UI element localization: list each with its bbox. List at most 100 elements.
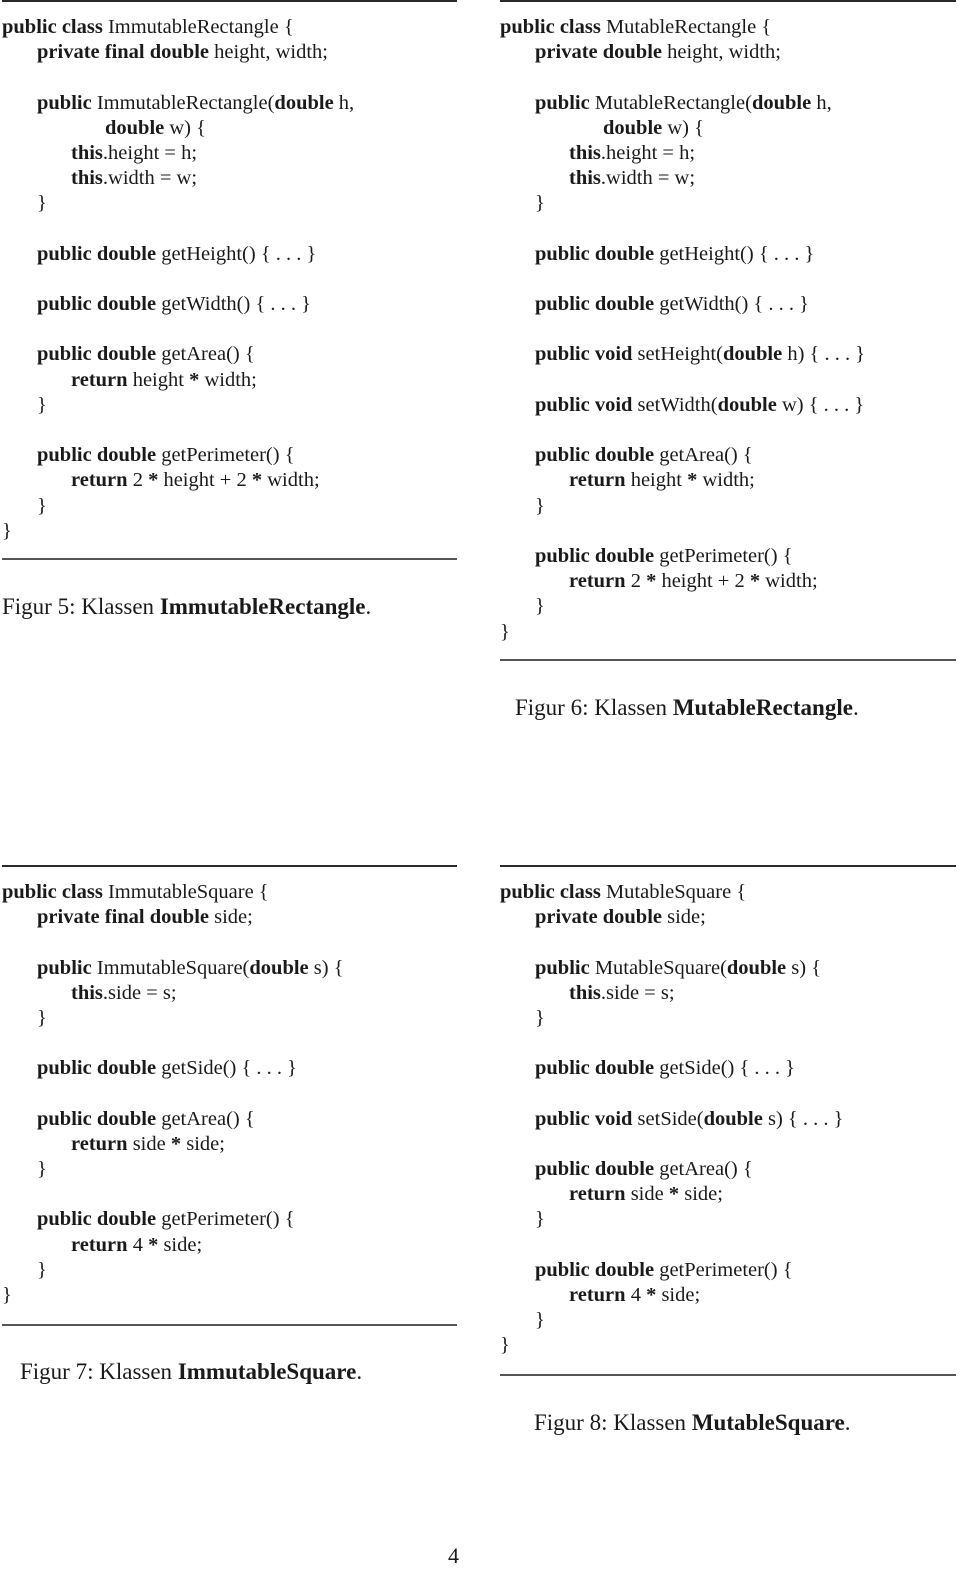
code-text: h, (333, 91, 355, 114)
code-line: } (2, 1258, 344, 1283)
code-text: } (535, 1208, 545, 1231)
code-text: MutableSquare { (600, 881, 747, 903)
code-text: side; (158, 1233, 203, 1256)
code-line: } (500, 1207, 843, 1232)
code-keyword: private double (535, 41, 662, 64)
code-line: return 2 * height + 2 * width; (500, 569, 865, 594)
code-line: } (2, 1283, 344, 1308)
code-keyword: public class (500, 881, 601, 903)
code-text: getPerimeter() { (156, 444, 295, 467)
figure-bottom-rule (500, 1374, 956, 1376)
code-line: } (2, 393, 354, 418)
code-line: public void setHeight(double h) { . . . … (500, 342, 865, 367)
code-text: side (127, 1132, 171, 1155)
figure-mutable-rectangle: public class MutableRectangle {private d… (500, 0, 956, 740)
code-line: return side * side; (500, 1182, 843, 1207)
code-line: public double getArea() { (500, 443, 865, 468)
code-text: MutableRectangle { (600, 16, 772, 38)
code-keyword: public double (37, 242, 157, 265)
code-line: } (2, 191, 354, 216)
code-line: double w) { (2, 116, 354, 141)
code-text: } (2, 519, 12, 542)
code-keyword: this (71, 141, 103, 164)
code-text: w) { (164, 116, 206, 139)
code-text: s) { (786, 956, 822, 979)
code-text: s) { . . . } (762, 1107, 844, 1130)
code-text: } (37, 1258, 47, 1281)
code-line: public ImmutableRectangle(double h, (2, 91, 354, 116)
code-text: getHeight() { . . . } (654, 242, 815, 265)
figure-mutable-square: public class MutableSquare {private doub… (500, 865, 956, 1445)
code-text: getArea() { (156, 1107, 255, 1130)
code-text: width; (760, 570, 818, 593)
code-listing: public class MutableSquare {private doub… (500, 880, 843, 1359)
code-text: w) { . . . } (776, 393, 865, 416)
code-line: public MutableRectangle(double h, (500, 91, 865, 116)
code-line: this.side = s; (500, 981, 843, 1006)
code-text: getWidth() { . . . } (156, 293, 311, 316)
code-keyword: return (569, 1284, 626, 1306)
code-keyword: private final double (37, 906, 209, 929)
code-line: public double getPerimeter() { (2, 443, 354, 468)
code-keyword: public (37, 91, 92, 114)
code-text: } (500, 620, 510, 643)
figure-top-rule (2, 865, 457, 867)
code-text: .side = s; (102, 981, 177, 1004)
code-text: getPerimeter() { (156, 1208, 295, 1231)
code-keyword: this (71, 167, 103, 190)
code-line: public class ImmutableSquare { (2, 880, 344, 905)
code-text: MutableRectangle( (589, 91, 752, 114)
code-text: ImmutableRectangle { (102, 16, 294, 38)
code-text: getHeight() { . . . } (156, 242, 317, 265)
figure-caption: Figur 6: Klassen MutableRectangle. (515, 695, 859, 721)
code-line: } (500, 594, 865, 619)
code-text: } (500, 1334, 510, 1357)
code-keyword: * (170, 1132, 182, 1155)
code-text: 4 (127, 1233, 149, 1256)
code-keyword: return (71, 368, 128, 391)
code-line: } (500, 620, 865, 645)
caption-suffix: . (844, 1410, 851, 1435)
code-line: return 2 * height + 2 * width; (2, 468, 354, 493)
code-text: height, width; (209, 41, 329, 64)
code-line: return side * side; (2, 1132, 344, 1157)
code-line: private double height, width; (500, 40, 865, 65)
code-line: public double getArea() { (2, 1107, 344, 1132)
figure-caption: Figur 8: Klassen MutableSquare. (534, 1410, 851, 1436)
code-text: side; (679, 1183, 723, 1206)
code-text: .width = w; (102, 167, 198, 190)
code-keyword: return (569, 1183, 626, 1206)
code-keyword: public class (2, 16, 103, 38)
code-text: } (2, 1284, 12, 1306)
code-text: height, width; (662, 41, 782, 64)
code-text: ImmutableSquare( (91, 956, 250, 979)
code-line: public double getPerimeter() { (2, 1207, 344, 1232)
code-keyword: public double (37, 1057, 157, 1080)
code-keyword: public (37, 956, 92, 979)
code-line: } (2, 1006, 344, 1031)
code-keyword: public double (37, 444, 157, 467)
figure-immutable-square: public class ImmutableSquare {private fi… (2, 865, 457, 1395)
code-keyword: * (646, 1284, 657, 1306)
code-line: } (500, 494, 865, 519)
code-line: public double getArea() { (2, 342, 354, 367)
code-keyword: * (646, 570, 657, 593)
code-text: h) { . . . } (782, 343, 866, 366)
code-line: this.side = s; (2, 981, 344, 1006)
code-line: public class ImmutableRectangle { (2, 15, 354, 40)
code-keyword: return (71, 1132, 128, 1155)
code-line: } (500, 1006, 843, 1031)
caption-prefix: Figur 6: Klassen (515, 695, 673, 720)
code-text: w) { (662, 116, 704, 139)
code-keyword: double (249, 956, 309, 979)
code-keyword: double (722, 343, 783, 366)
